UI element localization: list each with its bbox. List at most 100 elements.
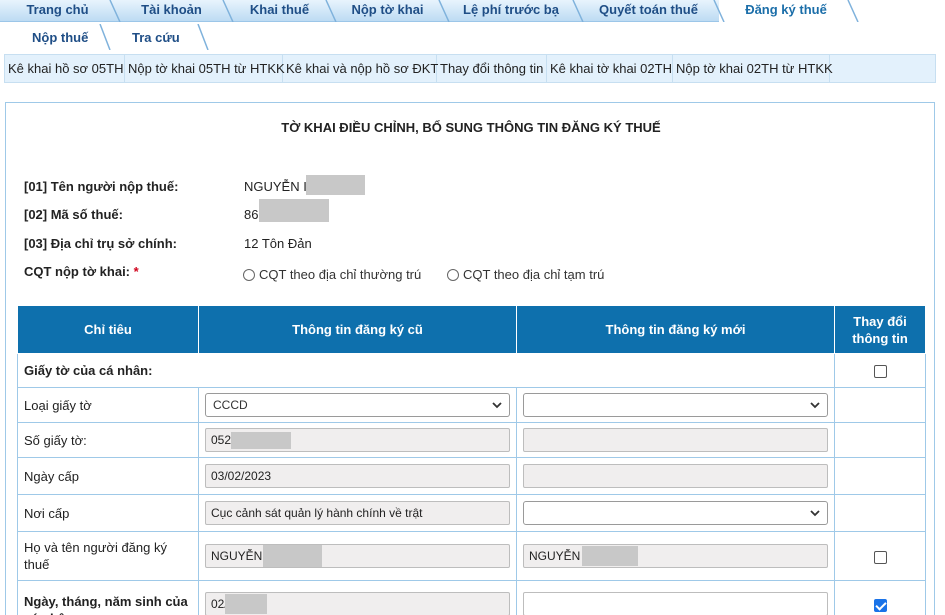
- change-cell: [834, 580, 926, 615]
- tab-label: Trang chủ: [26, 2, 89, 17]
- old-issue-place-field[interactable]: Cục cảnh sát quản lý hành chính về trật: [205, 501, 510, 525]
- change-checkbox[interactable]: [873, 550, 887, 564]
- header-thay-doi: Thay đổi thông tin: [834, 305, 926, 354]
- taxpayer-name-label: [01] Tên người nộp thuế:: [24, 179, 179, 194]
- radio-button[interactable]: [447, 268, 459, 281]
- old-document-number-field[interactable]: 052: [205, 428, 510, 452]
- function-menu: Kê khai hồ sơ 05TH Nộp tờ khai 05TH từ H…: [4, 54, 936, 83]
- radio-cqt-thuong-tru[interactable]: CQT theo địa chỉ thường trú: [243, 267, 421, 282]
- tab-separator-icon: [846, 0, 860, 22]
- new-value-cell: [516, 387, 835, 423]
- field-value: NGUYỄN: [211, 549, 263, 563]
- select-value: CCCD: [213, 398, 248, 412]
- field-value: NGUYỄN I: [529, 549, 588, 563]
- new-value-cell: [516, 422, 835, 458]
- table-row: Loại giấy tờ CCCD: [17, 387, 926, 423]
- old-birth-date-field[interactable]: 02/: [205, 592, 510, 615]
- row-label: Giấy tờ của cá nhân:: [17, 353, 835, 388]
- radio-label: CQT theo địa chỉ tạm trú: [463, 267, 605, 282]
- row-label: Số giấy tờ:: [17, 422, 199, 458]
- sub-nav-tabs: Nộp thuế Tra cứu: [0, 22, 945, 52]
- new-document-number-field[interactable]: [523, 428, 828, 452]
- old-value-cell: 02/: [198, 580, 517, 615]
- change-cell: [834, 531, 926, 581]
- required-mark: *: [133, 264, 139, 279]
- row-label: Loại giấy tờ: [17, 387, 199, 423]
- redaction-mask: [259, 199, 329, 222]
- old-value-cell: NGUYỄN: [198, 531, 517, 581]
- radio-label: CQT theo địa chỉ thường trú: [259, 267, 422, 282]
- new-value-cell: [516, 494, 835, 532]
- chevron-down-icon: [810, 510, 820, 517]
- new-value-cell: [516, 457, 835, 495]
- table-row: Giấy tờ của cá nhân:: [17, 353, 926, 388]
- redaction-mask: [231, 432, 291, 449]
- tab-tai-khoan[interactable]: Tài khoản: [115, 0, 228, 22]
- row-label: Ngày, tháng, năm sinh của cá nhân: [17, 580, 199, 615]
- header-thong-tin-moi: Thông tin đăng ký mới: [516, 305, 835, 354]
- tab-separator-icon: [712, 0, 726, 22]
- old-document-type-select[interactable]: CCCD: [205, 393, 510, 417]
- old-issue-date-field[interactable]: 03/02/2023: [205, 464, 510, 488]
- new-birth-date-field[interactable]: [523, 592, 828, 615]
- tab-label: Lệ phí trước bạ: [463, 2, 559, 17]
- new-issue-place-select[interactable]: [523, 501, 828, 525]
- table-row: Nơi cấp Cục cảnh sát quản lý hành chính …: [17, 494, 926, 532]
- change-checkbox[interactable]: [873, 598, 887, 612]
- tab-label: Khai thuế: [249, 2, 310, 17]
- address-label: [03] Địa chỉ trụ sở chính:: [24, 236, 177, 251]
- change-cell: [834, 457, 926, 495]
- radio-button[interactable]: [243, 268, 255, 281]
- header-thong-tin-cu: Thông tin đăng ký cũ: [198, 305, 517, 354]
- cqt-label: CQT nộp tờ khai: *: [24, 264, 139, 279]
- tab-nop-to-khai[interactable]: Nộp tờ khai: [331, 0, 444, 22]
- table-row: Số giấy tờ: 052: [17, 422, 926, 458]
- new-full-name-field[interactable]: NGUYỄN I: [523, 544, 828, 568]
- menu-thay-doi-thong-tin[interactable]: Thay đổi thông tin: [437, 55, 547, 82]
- table-row: Họ và tên người đăng ký thuế NGUYỄN NGUY…: [17, 531, 926, 581]
- tab-trang-chu[interactable]: Trang chủ: [0, 0, 115, 22]
- new-issue-date-field[interactable]: [523, 464, 828, 488]
- tab-label: Đăng ký thuế: [745, 2, 827, 17]
- tab-quyet-toan-thue[interactable]: Quyết toán thuế: [578, 0, 719, 22]
- taxpayer-name-value: NGUYỄN I: [244, 179, 307, 194]
- tab-separator-icon: [437, 0, 451, 22]
- row-label: Ngày cấp: [17, 457, 199, 495]
- address-value: 12 Tôn Đản: [244, 236, 312, 251]
- menu-ke-khai-05th[interactable]: Kê khai hồ sơ 05TH: [5, 55, 125, 82]
- chevron-down-icon: [492, 402, 502, 409]
- tab-separator-icon: [221, 0, 235, 22]
- tab-label: Nộp tờ khai: [351, 2, 424, 17]
- change-info-table: Chỉ tiêu Thông tin đăng ký cũ Thông tin …: [17, 305, 926, 615]
- menu-ke-khai-nop-dkt[interactable]: Kê khai và nộp hồ sơ ĐKT: [283, 55, 438, 82]
- tab-le-phi-truoc-ba[interactable]: Lệ phí trước bạ: [444, 0, 578, 22]
- radio-cqt-tam-tru[interactable]: CQT theo địa chỉ tạm trú: [447, 267, 604, 282]
- old-value-cell: Cục cảnh sát quản lý hành chính về trật: [198, 494, 517, 532]
- table-header-row: Chỉ tiêu Thông tin đăng ký cũ Thông tin …: [17, 305, 926, 354]
- menu-ke-khai-02th[interactable]: Kê khai tờ khai 02TH: [547, 55, 673, 82]
- redaction-mask: [225, 594, 267, 614]
- subtab-nop-thue[interactable]: Nộp thuế: [32, 30, 88, 45]
- table-row: Ngày cấp 03/02/2023: [17, 457, 926, 495]
- tab-separator-icon: [196, 23, 210, 51]
- old-value-cell: CCCD: [198, 387, 517, 423]
- new-value-cell: NGUYỄN I: [516, 531, 835, 581]
- row-label: Họ và tên người đăng ký thuế: [17, 531, 199, 581]
- menu-nop-05th-htkk[interactable]: Nộp tờ khai 05TH từ HTKK: [125, 55, 285, 82]
- redaction-mask: [263, 545, 322, 567]
- tab-label: Quyết toán thuế: [599, 2, 698, 17]
- tab-label: Tài khoản: [141, 2, 202, 17]
- change-cell: [834, 494, 926, 532]
- subtab-tra-cuu[interactable]: Tra cứu: [132, 30, 180, 45]
- redaction-mask: [306, 175, 365, 195]
- cqt-label-text: CQT nộp tờ khai:: [24, 264, 131, 279]
- old-full-name-field[interactable]: NGUYỄN: [205, 544, 510, 568]
- change-checkbox[interactable]: [873, 365, 887, 379]
- old-value-cell: 052: [198, 422, 517, 458]
- menu-nop-02th-htkk[interactable]: Nộp tờ khai 02TH từ HTKK: [673, 55, 833, 82]
- tab-separator-icon: [571, 0, 585, 22]
- new-document-type-select[interactable]: [523, 393, 828, 417]
- tab-dang-ky-thue[interactable]: Đăng ký thuế: [719, 0, 853, 22]
- change-cell: [834, 353, 926, 388]
- tab-khai-thue[interactable]: Khai thuế: [228, 0, 331, 22]
